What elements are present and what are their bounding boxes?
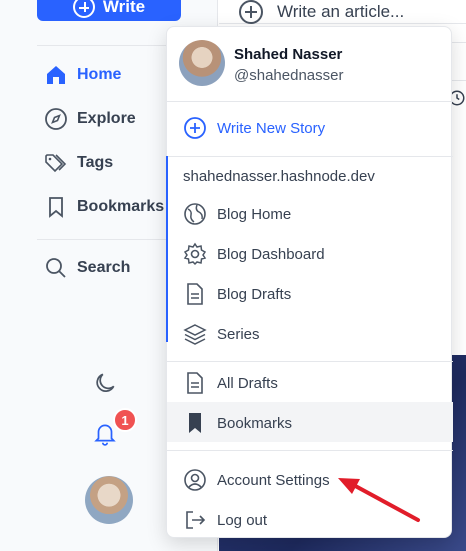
sidebar-item-explore[interactable]: Explore [44,107,136,131]
write-article-label: Write an article... [277,2,405,21]
avatar [179,40,225,86]
moon-icon[interactable] [92,370,118,396]
plus-circle-icon [184,117,206,139]
search-icon [46,258,66,278]
annotation-arrow-icon [338,478,420,522]
menu-item-blog-dashboard[interactable]: Blog Dashboard [183,242,445,266]
write-new-story-button[interactable]: Write New Story [183,116,445,140]
divider [167,450,453,451]
compass-icon [45,108,67,130]
sidebar-item-label: Explore [77,110,136,127]
user-circle-icon [184,469,206,491]
logout-icon [186,511,206,529]
sidebar-item-label: Tags [77,154,114,171]
profile-name: Shahed Nasser [234,46,343,63]
sidebar-item-bookmarks[interactable]: Bookmarks [44,195,164,219]
sidebar-item-search[interactable]: Search [44,256,130,280]
menu-item-label: Blog Home [217,205,292,223]
document-icon [187,283,203,305]
sidebar-item-label: Home [77,66,122,83]
menu-item-bookmarks[interactable]: Bookmarks [183,411,445,435]
gear-icon [183,242,207,266]
layers-icon [183,324,207,345]
menu-item-label: Write New Story [217,119,326,137]
profile-menu: Shahed Nasser @shahednasser Write New St… [166,26,453,538]
notification-badge: 1 [113,408,137,432]
menu-item-series[interactable]: Series [183,322,445,346]
sidebar-item-label: Bookmarks [77,198,165,215]
home-icon [47,66,65,84]
write-button[interactable]: Write [37,0,181,21]
menu-accent-bar [166,156,168,342]
menu-item-label: Account Settings [217,471,330,489]
plus-circle-icon [239,0,263,24]
sidebar-item-tags[interactable]: Tags [44,151,113,175]
profile-handle: @shahednasser [234,67,344,84]
globe-icon [184,203,206,225]
divider [167,101,453,102]
bookmark-icon [49,197,63,218]
document-icon [187,372,203,394]
menu-item-label: Series [217,325,260,343]
menu-item-label: Blog Dashboard [217,245,325,263]
write-article-button[interactable]: Write an article... [239,0,404,24]
menu-item-all-drafts[interactable]: All Drafts [183,371,445,395]
menu-item-blog-drafts[interactable]: Blog Drafts [183,282,445,306]
sidebar-item-label: Search [77,259,131,276]
blog-domain[interactable]: shahednasser.hashnode.dev [183,168,375,185]
tags-icon [45,154,67,173]
menu-item-label: Blog Drafts [217,285,292,303]
menu-item-label: Log out [217,511,268,529]
plus-circle-icon [72,0,95,18]
divider [167,361,453,362]
menu-item-blog-home[interactable]: Blog Home [183,202,445,226]
menu-item-label: Bookmarks [217,414,293,432]
sidebar-item-home[interactable]: Home [44,63,121,87]
divider [167,156,453,157]
avatar[interactable] [85,476,133,524]
bookmark-filled-icon [189,413,201,433]
menu-item-label: All Drafts [217,374,278,392]
write-button-label: Write [102,0,146,16]
